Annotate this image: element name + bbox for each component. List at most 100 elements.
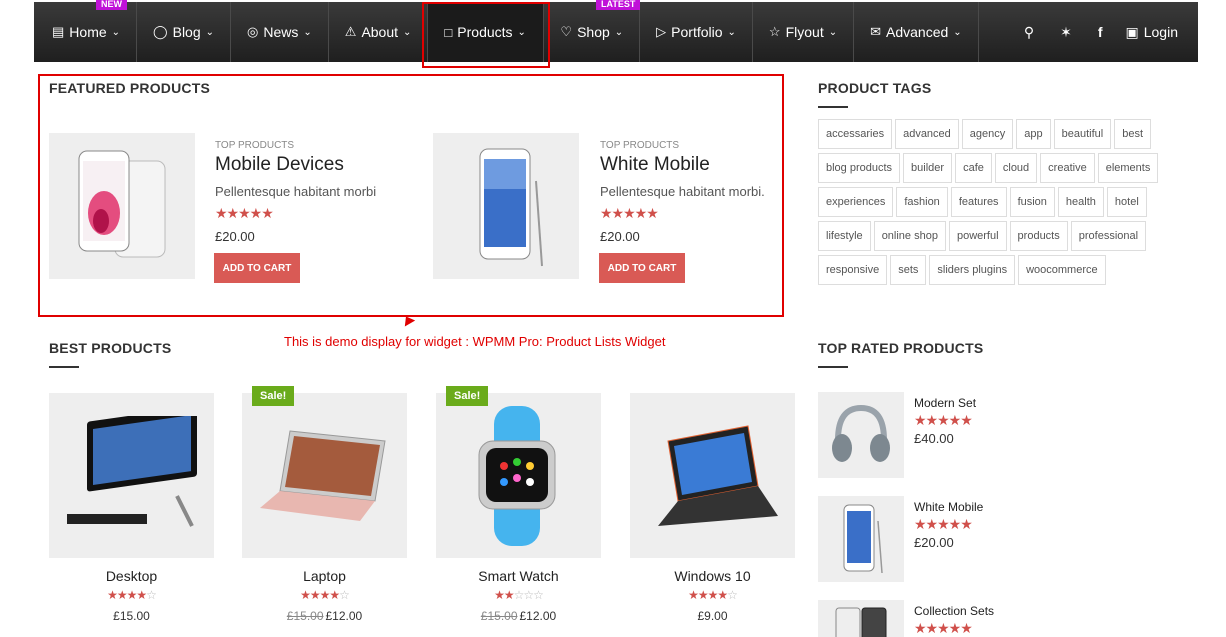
product-image[interactable] bbox=[49, 133, 195, 279]
top-rated-title: TOP RATED PRODUCTS bbox=[818, 340, 984, 356]
product-name[interactable]: Windows 10 bbox=[630, 568, 795, 584]
product-name[interactable]: Smart Watch bbox=[436, 568, 601, 584]
tag-link[interactable]: agency bbox=[961, 119, 1014, 149]
tag-link[interactable]: best bbox=[1114, 119, 1152, 149]
tag-link[interactable]: fashion bbox=[896, 187, 948, 217]
star-rating: ★★★★☆ bbox=[300, 588, 350, 602]
title-underline bbox=[49, 366, 79, 368]
nav-label: Shop bbox=[577, 24, 610, 40]
product-name[interactable]: Desktop bbox=[49, 568, 214, 584]
phone-image bbox=[78, 150, 166, 258]
sale-badge: Sale! bbox=[252, 386, 295, 406]
tag-link[interactable]: builder bbox=[903, 153, 953, 183]
product-name[interactable]: Mobile Devices bbox=[215, 154, 344, 176]
tag-link[interactable]: sets bbox=[890, 255, 927, 285]
nav-about[interactable]: ⚠ About ⌄ bbox=[329, 2, 429, 62]
tag-link[interactable]: online shop bbox=[873, 221, 946, 251]
star-rating: ★★★★★ bbox=[600, 205, 659, 221]
nav-advanced[interactable]: ✉ Advanced ⌄ bbox=[854, 2, 979, 62]
nav-home[interactable]: ▤ Home ⌄ bbox=[34, 2, 138, 62]
product-image[interactable] bbox=[49, 393, 214, 558]
product-name[interactable]: White Mobile bbox=[914, 500, 983, 514]
add-to-cart-button[interactable]: ADD TO CART bbox=[214, 253, 300, 283]
tag-cloud: accessaries advanced agency app beautifu… bbox=[818, 119, 1178, 285]
product-image[interactable] bbox=[818, 600, 904, 637]
chevron-down-icon: ⌄ bbox=[111, 26, 121, 38]
tag-link[interactable]: advanced bbox=[895, 119, 959, 149]
chevron-down-icon: ⌄ bbox=[828, 26, 838, 38]
tag-link[interactable]: fusion bbox=[1009, 187, 1055, 217]
tag-link[interactable]: products bbox=[1009, 221, 1068, 251]
product-image[interactable] bbox=[242, 393, 407, 558]
product-category: TOP PRODUCTS bbox=[600, 140, 680, 151]
bell-slash-icon: ⚠ bbox=[344, 24, 357, 39]
latest-badge: LATEST bbox=[596, 0, 641, 10]
nav-right: ⚲ ✶ f ▣ Login bbox=[1011, 2, 1198, 62]
tag-link[interactable]: woocommerce bbox=[1018, 255, 1106, 285]
nav-flyout[interactable]: ☆ Flyout ⌄ bbox=[753, 2, 855, 62]
product-name[interactable]: White Mobile bbox=[600, 154, 710, 176]
nav-blog[interactable]: ◯ Blog ⌄ bbox=[137, 2, 232, 62]
new-badge: NEW bbox=[96, 0, 127, 10]
product-price: £15.00 £12.00 bbox=[436, 609, 601, 623]
speech-bubble-icon: ◯ bbox=[153, 24, 168, 39]
product-desc: Pellentesque habitant morbi bbox=[215, 184, 377, 199]
product-price: £20.00 bbox=[914, 535, 954, 550]
tag-link[interactable]: cafe bbox=[955, 153, 992, 183]
product-image[interactable] bbox=[630, 393, 795, 558]
tag-link[interactable]: health bbox=[1057, 187, 1104, 217]
phone-image bbox=[843, 504, 883, 574]
tag-link[interactable]: lifestyle bbox=[818, 221, 871, 251]
facebook-icon[interactable]: f bbox=[1085, 24, 1116, 40]
product-name[interactable]: Modern Set bbox=[914, 396, 976, 410]
chevron-down-icon: ⌄ bbox=[403, 26, 412, 38]
search-icon[interactable]: ⚲ bbox=[1011, 24, 1047, 41]
product-image[interactable] bbox=[436, 393, 601, 558]
chevron-down-icon: ⌄ bbox=[205, 26, 215, 38]
nav-news[interactable]: ◎ News ⌄ bbox=[231, 2, 329, 62]
nav-label: News bbox=[263, 24, 299, 40]
title-underline bbox=[818, 106, 848, 108]
tags-title: PRODUCT TAGS bbox=[818, 80, 932, 96]
tag-link[interactable]: elements bbox=[1097, 153, 1159, 183]
tag-link[interactable]: powerful bbox=[948, 221, 1007, 251]
envelope-icon: ✉ bbox=[870, 24, 881, 39]
add-to-cart-button[interactable]: ADD TO CART bbox=[599, 253, 685, 283]
monitor-icon: ▤ bbox=[52, 24, 65, 39]
laptop-image bbox=[259, 429, 386, 521]
tag-link[interactable]: features bbox=[950, 187, 1007, 217]
product-desc: Pellentesque habitant morbi. bbox=[600, 184, 765, 199]
tag-link[interactable]: beautiful bbox=[1053, 119, 1112, 149]
twitter-icon[interactable]: ✶ bbox=[1047, 24, 1085, 41]
product-name[interactable]: Collection Sets bbox=[914, 604, 994, 618]
tag-link[interactable]: responsive bbox=[818, 255, 888, 285]
star-rating: ★★★★★ bbox=[914, 620, 973, 636]
product-price: £15.00 bbox=[49, 609, 214, 623]
product-image[interactable] bbox=[818, 392, 904, 478]
nav-label: Home bbox=[69, 24, 107, 40]
tag-link[interactable]: blog products bbox=[818, 153, 901, 183]
tag-link[interactable]: experiences bbox=[818, 187, 894, 217]
product-image[interactable] bbox=[433, 133, 579, 279]
tag-link[interactable]: cloud bbox=[994, 153, 1038, 183]
tag-link[interactable]: professional bbox=[1070, 221, 1147, 251]
tag-link[interactable]: hotel bbox=[1106, 187, 1147, 217]
nav-shop[interactable]: ♡ Shop ⌄ bbox=[544, 2, 641, 62]
heart-icon: ♡ bbox=[560, 24, 573, 39]
tag-link[interactable]: creative bbox=[1040, 153, 1095, 183]
nav-portfolio[interactable]: ▷ Portfolio ⌄ bbox=[640, 2, 753, 62]
watch-image bbox=[478, 405, 555, 546]
featured-title: FEATURED PRODUCTS bbox=[49, 80, 211, 96]
tag-link[interactable]: accessaries bbox=[818, 119, 893, 149]
best-title: BEST PRODUCTS bbox=[49, 340, 172, 356]
login-label: Login bbox=[1143, 24, 1178, 40]
product-price: £20.00 bbox=[215, 229, 255, 244]
login-link[interactable]: ▣ Login bbox=[1116, 24, 1199, 41]
main-nav: ▤ Home ⌄ ◯ Blog ⌄ ◎ News ⌄ ⚠ About ⌄ □ P… bbox=[34, 2, 1198, 62]
product-image[interactable] bbox=[818, 496, 904, 582]
tag-link[interactable]: app bbox=[1016, 119, 1051, 149]
product-price: £9.00 bbox=[630, 609, 795, 623]
product-name[interactable]: Laptop bbox=[242, 568, 407, 584]
tag-link[interactable]: sliders plugins bbox=[929, 255, 1016, 285]
chevron-down-icon: ⌄ bbox=[953, 26, 962, 38]
